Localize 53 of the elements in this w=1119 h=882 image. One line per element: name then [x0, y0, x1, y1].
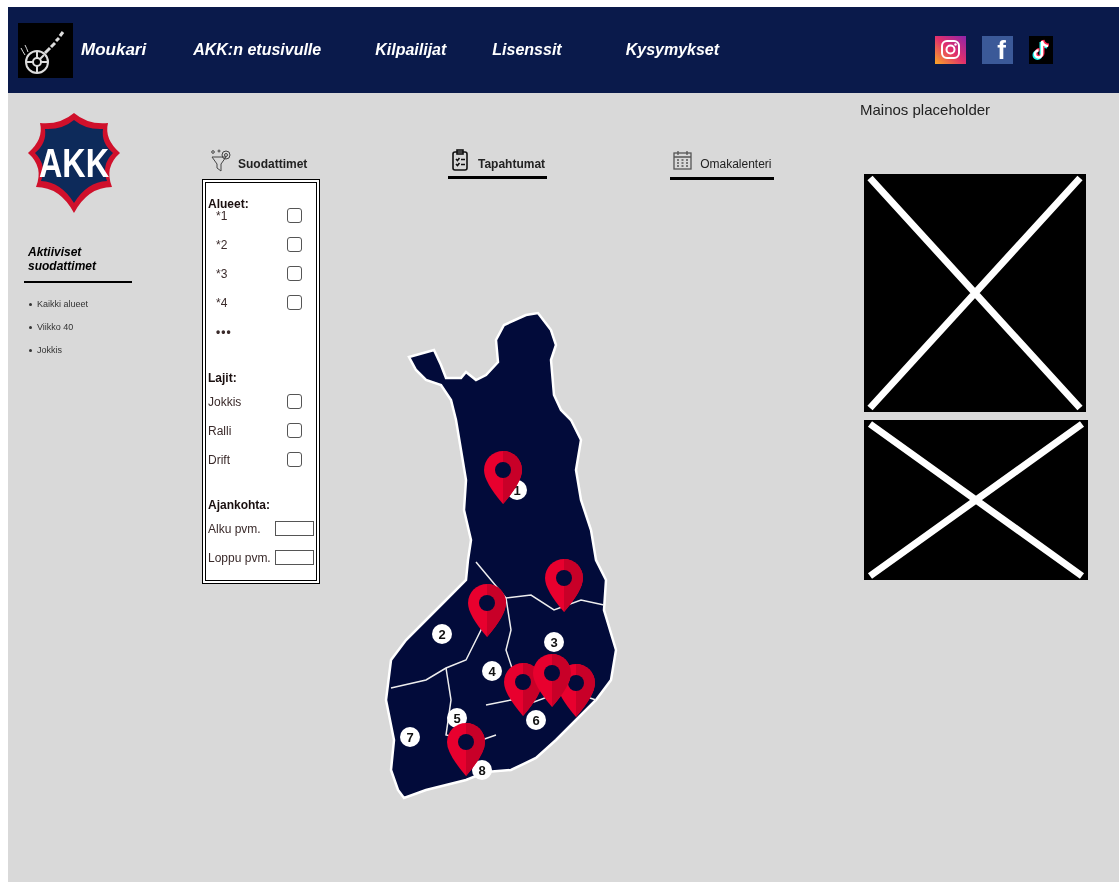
filter-icon [210, 149, 232, 173]
brand-logo[interactable] [18, 22, 73, 78]
map-pin-icon[interactable] [447, 723, 485, 776]
nav-link[interactable]: Lisenssit [492, 38, 562, 62]
filter-tag: Kaikki alueet [37, 297, 89, 312]
section-heading: Alueet: [208, 196, 250, 211]
facebook-icon[interactable]: f [982, 36, 1013, 64]
checkbox[interactable] [287, 266, 302, 281]
region-label[interactable]: 7 [400, 727, 420, 747]
nav-link[interactable]: Kysymykset [625, 38, 720, 62]
checkbox[interactable] [287, 394, 302, 409]
section-title: Aktiiviset suodattimet [27, 245, 98, 273]
section-heading: Lajit: [208, 370, 238, 387]
bullet-icon [29, 303, 32, 306]
option-label: *2 [216, 236, 228, 254]
date-field[interactable] [275, 550, 314, 565]
tab[interactable]: Omakalenteri [670, 149, 774, 180]
checkbox[interactable] [287, 208, 302, 223]
option-label: Drift [208, 451, 230, 469]
nav-link[interactable]: Kilpailijat [375, 38, 447, 62]
bullet-icon [29, 349, 32, 352]
date-label: Loppu pvm. [208, 549, 271, 567]
nav-link[interactable]: AKK:n etusivulle [193, 38, 322, 62]
logo-text: AKK [39, 141, 124, 185]
filter-tag: Viikko 40 [37, 320, 74, 335]
tiktok-icon[interactable] [1029, 36, 1053, 64]
tab[interactable]: Tapahtumat [448, 149, 548, 179]
option-label: *1 [216, 208, 228, 225]
option-label: Jokkis [208, 393, 242, 411]
more-indicator: ••• [215, 324, 233, 341]
checkbox[interactable] [287, 423, 302, 438]
date-label: Alku pvm. [208, 520, 261, 538]
date-field[interactable] [275, 521, 314, 536]
filter-tag: Jokkis [37, 343, 62, 358]
tab[interactable]: Suodattimet [208, 149, 320, 176]
region-label[interactable]: 3 [544, 632, 564, 652]
checkbox[interactable] [287, 237, 302, 252]
checkbox[interactable] [287, 452, 302, 467]
section-heading: Ajankohta: [208, 497, 271, 514]
brand-link[interactable]: Moukari [81, 37, 147, 63]
option-label: Ralli [208, 422, 232, 440]
instagram-icon[interactable] [935, 36, 966, 64]
ad-heading: Mainos placeholder [860, 100, 992, 120]
calendar-icon [672, 149, 695, 173]
region-label[interactable]: 8 [472, 760, 492, 780]
option-label: *4 [216, 294, 228, 312]
region-label[interactable]: 2 [432, 624, 452, 644]
checkbox[interactable] [287, 295, 302, 310]
map-pin-icon[interactable] [484, 451, 522, 504]
region-label[interactable]: 4 [482, 661, 502, 681]
bullet-icon [29, 326, 32, 329]
region-label[interactable]: 6 [526, 710, 546, 730]
option-label: *3 [216, 265, 228, 283]
